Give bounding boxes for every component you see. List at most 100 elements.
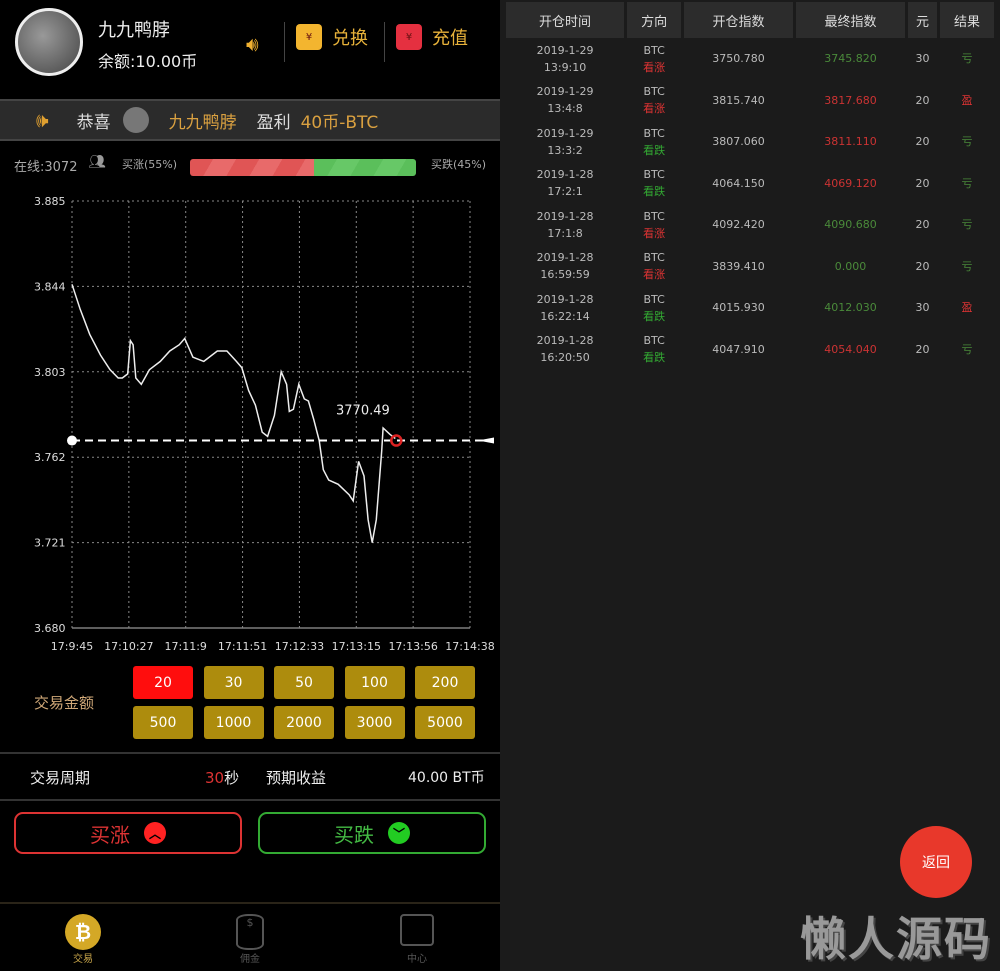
amount-option[interactable]: 5000 [415,706,475,739]
open-date: 2019-1-28 [536,209,594,223]
watermark: 懒人源码 [800,912,992,966]
direction: BTC 看跌 [627,163,681,205]
username: 九九鸭脖 [98,20,170,41]
col-open-index: 开仓指数 [684,2,794,38]
amount-option[interactable]: 200 [415,666,475,699]
amount-option[interactable]: 100 [344,666,405,699]
open-index: 4064.150 [712,176,765,190]
back-button[interactable]: 返回 [900,826,972,898]
open-date: 2019-1-28 [536,292,594,306]
amount-option[interactable]: 2000 [274,706,334,739]
open-clock: 16:22:14 [540,309,590,323]
direction: BTC 看涨 [627,38,681,80]
price-chart[interactable]: 3.885 3.844 3.803 3.762 3.721 3.680 17:9:45 17:… [0,185,500,655]
asset: BTC [643,209,665,223]
price-arrow-marker [478,437,494,444]
buy-up-button[interactable]: 买涨 ︿ [14,812,242,854]
result: 亏 [961,259,973,273]
col-final-index: 最终指数 [796,2,905,38]
notice-prefix: 恭喜 [76,112,111,133]
wallet-icon [400,914,434,946]
direction-label: 看涨 [643,226,666,240]
direction-label: 看跌 [643,185,666,199]
direction-label: 看跌 [643,143,666,157]
open-clock: 16:20:50 [540,351,590,365]
recharge-button[interactable]: ¥ 充值 [396,24,468,50]
nav-trade-label: 交易 [73,954,93,965]
x-tick-label: 17:11:9 [165,640,207,653]
direction: BTC 看涨 [627,80,681,122]
open-time: 2019-1-29 13:4:8 [506,80,624,122]
balance: 余额:10.00币 [98,52,198,71]
open-index: 4047.910 [712,342,765,356]
nav-commission[interactable]: $ 佣金 [210,914,290,965]
table-row: 2019-1-29 13:3:2 BTC 看跌 3807.060 3811.110 … [506,121,994,163]
nav-center-label: 中心 [407,954,427,965]
open-date: 2019-1-29 [536,43,594,57]
asset: BTC [643,334,665,348]
x-tick-label: 17:11:51 [218,640,267,653]
nav-trade[interactable]: ₿ 交易 [43,914,123,965]
y-tick-label: 3.762 [34,451,66,464]
notice-bar: 🕪︎ 恭喜 九九鸭脖 盈利 40币-BTC [0,99,500,141]
amount-option[interactable]: 500 [133,706,193,739]
direction-label: 看涨 [643,268,666,282]
table-row: 2019-1-28 17:1:8 BTC 看涨 4092.420 4090.680 … [506,204,994,246]
table-row: 2019-1-29 13:9:10 BTC 看涨 3750.780 3745.820… [506,38,994,80]
period-value[interactable]: 30秒 [205,767,239,788]
notice-action: 盈利 [256,112,291,133]
exchange-button[interactable]: ¥ 兑换 [296,24,368,50]
open-time: 2019-1-29 13:3:2 [506,121,624,163]
direction: BTC 看跌 [627,287,681,329]
result: 亏 [961,176,973,190]
amount: 30 [915,301,930,315]
x-tick-label: 17:12:33 [275,640,324,653]
trade-panel: 九九鸭脖 余额:10.00币 🔊︎ ¥ 兑换 ¥ 充值 🕪︎ 恭喜 九九鸭脖 盈… [0,0,500,971]
start-marker [67,435,77,446]
exchange-label: 兑换 [332,28,368,49]
result: 盈 [961,93,973,107]
amount-option[interactable]: 20 [133,666,193,699]
result: 亏 [961,135,973,149]
open-index: 3839.410 [712,259,765,273]
result: 亏 [961,342,973,356]
result: 亏 [961,218,973,232]
amount: 20 [915,135,930,149]
direction-label: 看涨 [643,60,666,74]
open-time: 2019-1-28 17:1:8 [506,204,624,246]
y-tick-label: 3.885 [34,195,66,208]
open-time: 2019-1-28 17:2:1 [506,163,624,205]
amount-option[interactable]: 30 [203,666,264,699]
open-date: 2019-1-28 [536,334,594,348]
buy-down-button[interactable]: 买跌 ﹀ [258,812,486,854]
result: 盈 [961,301,973,315]
nav-center[interactable]: 中心 [377,914,457,965]
final-index: 4090.680 [824,218,877,232]
asset: BTC [643,85,665,99]
amount: 20 [915,259,930,273]
final-index: 4012.030 [824,301,877,315]
table-row: 2019-1-29 13:4:8 BTC 看涨 3815.740 3817.680 … [506,80,994,122]
final-index: 4069.120 [824,176,877,190]
x-tick-label: 17:9:45 [51,640,93,653]
ratio-bar [190,159,416,176]
avatar[interactable] [15,8,83,76]
asset: BTC [643,126,665,140]
amount-option[interactable]: 1000 [203,706,264,739]
asset: BTC [643,168,665,182]
open-clock: 13:4:8 [547,102,583,116]
direction-label: 看涨 [643,102,666,116]
y-tick-label: 3.680 [34,622,66,635]
current-price-label: 3770.49 [336,404,390,419]
bitcoin-icon: ₿ [65,914,101,950]
amount-option[interactable]: 50 [274,666,334,699]
notice-name: 九九鸭脖 [168,112,237,133]
open-clock: 13:3:2 [547,143,583,157]
final-index: 0.000 [834,259,867,273]
col-direction: 方向 [627,2,682,38]
users-icon: 👥︎ [88,154,106,170]
speaker-icon[interactable]: 🔊︎ [246,32,259,56]
amount-option[interactable]: 3000 [344,706,405,739]
amount: 20 [915,93,930,107]
open-date: 2019-1-29 [536,126,594,140]
